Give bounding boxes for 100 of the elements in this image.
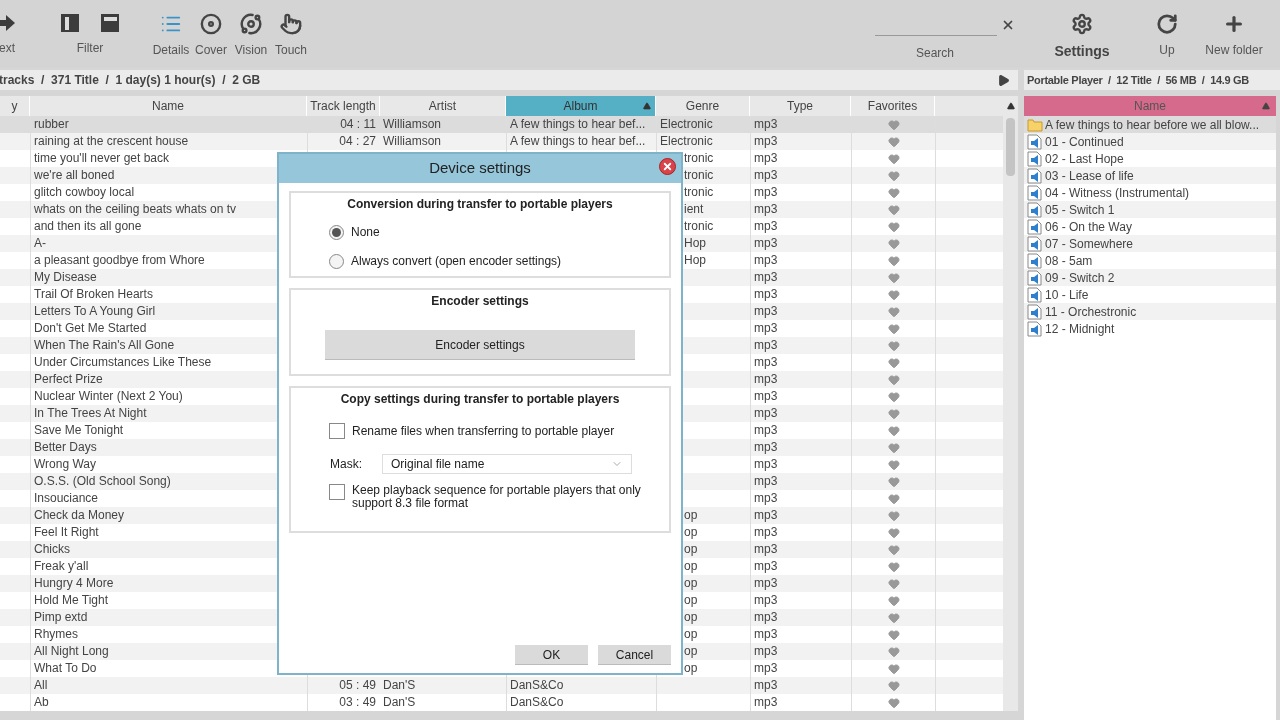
table-cell: and then its all gone — [34, 219, 142, 233]
table-cell: mp3 — [754, 644, 778, 658]
table-cell: DanS&Co — [510, 695, 564, 709]
table-cell: mp3 — [754, 440, 778, 454]
group-title: Encoder settings — [431, 293, 529, 310]
table-cell: Electronic — [660, 134, 713, 148]
table-cell: A- — [34, 236, 46, 250]
table-cell: mp3 — [754, 695, 778, 709]
table-cell: mp3 — [754, 338, 778, 352]
table-cell: glitch cowboy local — [34, 185, 135, 199]
table-cell: Perfect Prize — [34, 372, 103, 386]
table-cell: tronic — [684, 185, 714, 199]
table-cell: mp3 — [754, 457, 778, 471]
table-cell: Pimp extd — [34, 610, 88, 624]
table-cell: Better Days — [34, 440, 97, 454]
table-cell: mp3 — [754, 355, 778, 369]
table-cell: op — [684, 559, 698, 573]
table-cell: mp3 — [754, 134, 778, 148]
table-cell: Hop — [684, 236, 706, 250]
table-cell: mp3 — [754, 168, 778, 182]
table-cell: mp3 — [754, 287, 778, 301]
table-cell: Chicks — [34, 542, 70, 556]
table-cell: In The Trees At Night — [34, 406, 147, 420]
table-cell: mp3 — [754, 151, 778, 165]
mask-label: Mask: — [330, 456, 362, 473]
table-cell: Trail Of Broken Hearts — [34, 287, 153, 301]
table-cell: op — [684, 576, 698, 590]
checkbox-label: Rename files when transferring to portable player — [352, 423, 615, 440]
table-cell: we're all boned — [34, 168, 115, 182]
table-cell: Williamson — [383, 134, 441, 148]
table-cell: op — [684, 644, 698, 658]
table-cell: op — [684, 610, 698, 624]
table-cell: op — [684, 627, 698, 641]
table-cell: 04 : 27 — [339, 134, 376, 148]
table-cell: Feel It Right — [34, 525, 99, 539]
table-cell: ient — [684, 202, 704, 216]
table-cell: mp3 — [754, 253, 778, 267]
table-cell: op — [684, 661, 698, 675]
table-cell: mp3 — [754, 559, 778, 573]
table-cell: mp3 — [754, 202, 778, 216]
table-cell: a pleasant goodbye from Whore — [34, 253, 205, 267]
table-cell: mp3 — [754, 627, 778, 641]
table-cell: mp3 — [754, 474, 778, 488]
table-cell: mp3 — [754, 508, 778, 522]
table-cell: mp3 — [754, 389, 778, 403]
table-cell: Don't Get Me Started — [34, 321, 147, 335]
table-cell: Rhymes — [34, 627, 78, 641]
table-cell: Hungry 4 More — [34, 576, 114, 590]
table-cell: mp3 — [754, 236, 778, 250]
search-label: Search — [915, 45, 955, 62]
table-cell: Hold Me Tight — [34, 593, 109, 607]
table-cell: What To Do — [34, 661, 97, 675]
status-text: tracks / 371 Title / 1 day(s) 1 hour(s) / 2 GB — [0, 72, 261, 89]
table-cell: mp3 — [754, 406, 778, 420]
table-cell: mp3 — [754, 185, 778, 199]
table-cell: mp3 — [754, 593, 778, 607]
table-cell: mp3 — [754, 661, 778, 675]
table-cell: Save Me Tonight — [34, 423, 124, 437]
table-cell: mp3 — [754, 219, 778, 233]
table-cell: mp3 — [754, 423, 778, 437]
table-cell: A few things to hear bef... — [510, 134, 646, 148]
table-cell: Under Circumstances Like These — [34, 355, 212, 369]
table-cell: mp3 — [754, 321, 778, 335]
table-cell: tronic — [684, 219, 714, 233]
table-cell: op — [684, 593, 698, 607]
checkbox-label: Keep playback sequence for portable players that only support 8.3 file format — [352, 484, 642, 510]
table-cell: tronic — [684, 168, 714, 182]
table-cell: mp3 — [754, 372, 778, 386]
table-cell: mp3 — [754, 576, 778, 590]
table-cell: Freak y'all — [34, 559, 89, 573]
table-cell: O.S.S. (Old School Song) — [34, 474, 171, 488]
table-cell: 05 : 49 — [339, 678, 376, 692]
table-cell: mp3 — [754, 542, 778, 556]
table-cell: When The Rain's All Gone — [34, 338, 175, 352]
table-cell: Dan'S — [383, 678, 416, 692]
table-cell: 03 : 49 — [339, 695, 376, 709]
table-cell: time you'll never get back — [34, 151, 170, 165]
status-text: Portable Player / 12 Title / 56 MB / 14.9 GB — [1026, 72, 1249, 88]
table-cell: raining at the crescent house — [34, 134, 189, 148]
table-cell: mp3 — [754, 610, 778, 624]
table-cell: 04 : 11 — [340, 117, 376, 131]
table-cell: All — [34, 678, 48, 692]
group-title: Copy settings during transfer to portable players — [339, 391, 621, 408]
table-cell: Wrong Way — [34, 457, 96, 471]
table-cell: Nuclear Winter (Next 2 You) — [34, 389, 183, 403]
table-cell: op — [684, 525, 698, 539]
table-cell: Dan'S — [383, 695, 416, 709]
table-cell: Hop — [684, 253, 706, 267]
table-cell: mp3 — [754, 270, 778, 284]
table-cell: op — [684, 542, 698, 556]
table-cell: mp3 — [754, 117, 778, 131]
table-cell: whats on the ceiling beats whats on tv — [34, 202, 237, 216]
radio-label: None — [351, 224, 380, 241]
table-cell: Letters To A Young Girl — [34, 304, 156, 318]
table-cell: mp3 — [754, 491, 778, 505]
table-cell: op — [684, 508, 698, 522]
table-cell: mp3 — [754, 304, 778, 318]
table-cell: A few things to hear bef... — [510, 117, 646, 131]
table-cell: Ab — [34, 695, 49, 709]
table-cell: Electronic — [660, 117, 713, 131]
